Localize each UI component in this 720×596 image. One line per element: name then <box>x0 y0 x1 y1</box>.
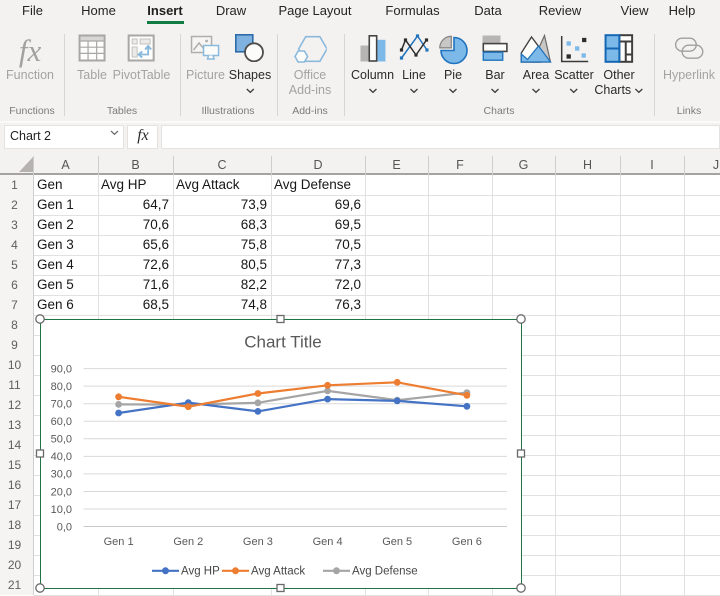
svg-text:Gen 4: Gen 4 <box>313 536 343 548</box>
svg-text:20,0: 20,0 <box>51 486 72 498</box>
svg-text:Chart Title: Chart Title <box>244 333 321 352</box>
svg-text:Gen 1: Gen 1 <box>104 536 134 548</box>
svg-text:Gen 3: Gen 3 <box>243 536 273 548</box>
svg-text:10,0: 10,0 <box>51 504 72 516</box>
svg-text:Gen 6: Gen 6 <box>452 536 482 548</box>
svg-text:Gen 5: Gen 5 <box>382 536 412 548</box>
svg-text:60,0: 60,0 <box>51 416 72 428</box>
svg-text:80,0: 80,0 <box>51 381 72 393</box>
svg-text:30,0: 30,0 <box>51 469 72 481</box>
svg-text:Gen 2: Gen 2 <box>173 536 203 548</box>
svg-text:Avg Defense: Avg Defense <box>352 566 418 578</box>
svg-text:Avg Attack: Avg Attack <box>251 566 305 578</box>
svg-text:40,0: 40,0 <box>51 451 72 463</box>
svg-text:90,0: 90,0 <box>51 363 72 375</box>
svg-text:70,0: 70,0 <box>51 399 72 411</box>
svg-text:fx: fx <box>19 34 42 68</box>
svg-text:Avg HP: Avg HP <box>181 566 220 578</box>
svg-text:50,0: 50,0 <box>51 434 72 446</box>
svg-text:0,0: 0,0 <box>57 521 72 533</box>
